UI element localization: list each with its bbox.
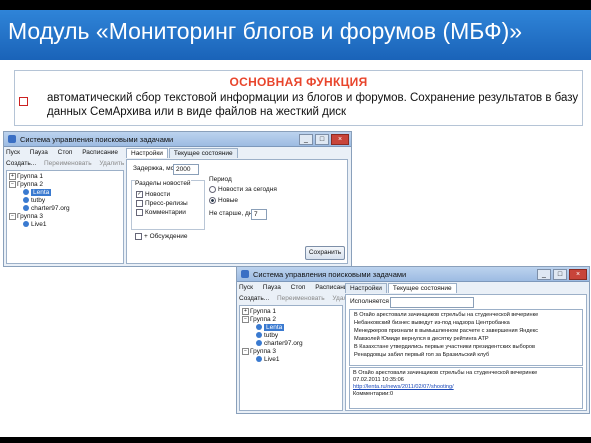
tree-item-charter97[interactable]: charter97.org [256, 340, 303, 347]
period-new-radio[interactable]: Новые [209, 197, 238, 204]
section-comments-checkbox[interactable]: Комментарии [136, 209, 186, 216]
tab-settings[interactable]: Настройки [345, 283, 387, 293]
rename-button[interactable]: Переименовать [44, 160, 92, 167]
bullet-icon [19, 97, 28, 106]
executing-field [390, 297, 474, 308]
bottom-bar [0, 437, 591, 443]
rename-button[interactable]: Переименовать [277, 295, 325, 302]
older-input[interactable]: 7 [251, 209, 267, 220]
function-box: ОСНОВНАЯ ФУНКЦИЯ автоматический сбор тек… [14, 70, 583, 126]
tab-status[interactable]: Текущее состояние [387, 283, 457, 293]
top-bar [0, 0, 591, 10]
task-tree: + Группа 1 − Группа 2 Lenta tutby charter9… [239, 305, 343, 411]
globe-icon [23, 189, 29, 196]
detail-date: 07.02.2011 10:35:06 [353, 377, 404, 383]
create-button[interactable]: Создать... [239, 295, 269, 302]
maximize-button[interactable]: □ [553, 269, 567, 280]
tree-group-2[interactable]: − Группа 2 [9, 181, 43, 188]
delay-input[interactable]: 2000 [173, 164, 199, 175]
news-log-list[interactable]: В Огайо арестовали зачинщиков стрельбы н… [349, 309, 583, 366]
minimize-button[interactable]: _ [299, 134, 313, 145]
executing-label: Исполняется [350, 298, 389, 305]
save-button[interactable]: Сохранить [305, 246, 345, 260]
menu-stop[interactable]: Стоп [58, 149, 73, 156]
tree-group-2[interactable]: − Группа 2 [242, 316, 276, 323]
globe-icon [256, 332, 262, 339]
delete-button[interactable]: Удалить [99, 160, 124, 167]
function-text: автоматический сбор текстовой информации… [47, 92, 579, 118]
tab-settings[interactable]: Настройки [126, 148, 168, 158]
tree-item-tutby[interactable]: tutby [23, 197, 45, 204]
title-bar: Система управления поисковыми задачами _… [237, 267, 589, 282]
tab-strip: Настройки Текущее состояние [345, 283, 458, 293]
log-line: Ренардовцы забил первый гол за Бразильск… [354, 352, 490, 358]
menu-start[interactable]: Пуск [6, 149, 20, 156]
title-bar: Система управления поисковыми задачами _… [4, 132, 351, 147]
log-line: В Огайо арестовали зачинщиков стрельбы н… [354, 312, 539, 318]
tree-item-live1[interactable]: Live1 [256, 356, 280, 363]
window-title: Система управления поисковыми задачами [20, 135, 174, 144]
status-panel: Исполняется В Огайо арестовали зачинщико… [345, 294, 587, 411]
tree-item-lenta[interactable]: Lenta [23, 189, 52, 196]
maximize-button[interactable]: □ [315, 134, 329, 145]
menu-pause[interactable]: Пауза [30, 149, 48, 156]
slide-title: Модуль «Мониторинг блогов и форумов (МБФ… [8, 18, 523, 44]
globe-icon [23, 197, 29, 204]
window-settings: Система управления поисковыми задачами _… [3, 131, 352, 267]
log-line: Менеджеров признали в вымышленном расчет… [354, 328, 539, 334]
menu-schedule[interactable]: Расписание [82, 149, 118, 156]
log-line: В Казахстане утвердились первые участник… [354, 344, 535, 350]
menu-start[interactable]: Пуск [239, 284, 253, 291]
close-button[interactable]: × [569, 269, 587, 280]
period-today-radio[interactable]: Новости за сегодня [209, 186, 277, 193]
period-label: Период [209, 176, 232, 183]
tree-item-lenta[interactable]: Lenta [256, 324, 285, 331]
globe-icon [256, 340, 262, 347]
tree-item-live1[interactable]: Live1 [23, 221, 47, 228]
window-status: Система управления поисковыми задачами _… [236, 266, 590, 414]
close-button[interactable]: × [331, 134, 349, 145]
log-line: Мавзолей Юмиде вернулся в десятку рейтин… [354, 336, 489, 342]
app-icon [241, 270, 249, 278]
section-press-checkbox[interactable]: Пресс-релизы [136, 200, 188, 207]
tree-item-tutby[interactable]: tutby [256, 332, 278, 339]
minimize-button[interactable]: _ [537, 269, 551, 280]
tree-group-3[interactable]: − Группа 3 [242, 348, 276, 355]
tree-item-charter97[interactable]: charter97.org [23, 205, 70, 212]
tree-group-1[interactable]: + Группа 1 [242, 308, 276, 315]
create-button[interactable]: Создать... [6, 160, 36, 167]
window-title: Система управления поисковыми задачами [253, 270, 407, 279]
settings-panel: Задержка, мс 2000 Разделы новостей ✓ Ново… [126, 159, 348, 264]
function-heading: ОСНОВНАЯ ФУНКЦИЯ [229, 75, 368, 89]
globe-icon [23, 221, 29, 228]
menu-pause[interactable]: Пауза [263, 284, 281, 291]
task-tree: + Группа 1 − Группа 2 Lenta tutby charter9… [6, 170, 124, 264]
tree-group-3[interactable]: − Группа 3 [9, 213, 43, 220]
sections-group: Разделы новостей ✓ Новости Пресс-релизы К… [131, 180, 205, 230]
news-detail-panel: В Огайо арестовали зачинщиков стрельбы н… [349, 367, 583, 409]
globe-icon [23, 205, 29, 212]
delay-label: Задержка, мс [133, 165, 174, 172]
sections-label: Разделы новостей [135, 180, 191, 187]
comments-value: 0 [390, 391, 394, 397]
detail-link[interactable]: http://lenta.ru/news/2011/02/07/shooting… [353, 384, 454, 390]
globe-icon [256, 356, 262, 363]
section-news-checkbox[interactable]: ✓ Новости [136, 191, 170, 198]
tree-group-1[interactable]: + Группа 1 [9, 173, 43, 180]
detail-headline: В Огайо арестовали зачинщиков стрельбы н… [353, 370, 538, 376]
menu-stop[interactable]: Стоп [291, 284, 306, 291]
log-line: Небанковский бизнес выведут из-под надзо… [354, 320, 510, 326]
comments-label: Комментарии: [353, 391, 390, 397]
tab-status[interactable]: Текущее состояние [168, 148, 238, 158]
older-label: Не старше, дн. [209, 210, 255, 217]
app-icon [8, 135, 16, 143]
globe-icon [256, 324, 262, 331]
discussion-checkbox[interactable]: + Обсуждение [135, 233, 187, 240]
tab-strip: Настройки Текущее состояние [126, 148, 239, 158]
